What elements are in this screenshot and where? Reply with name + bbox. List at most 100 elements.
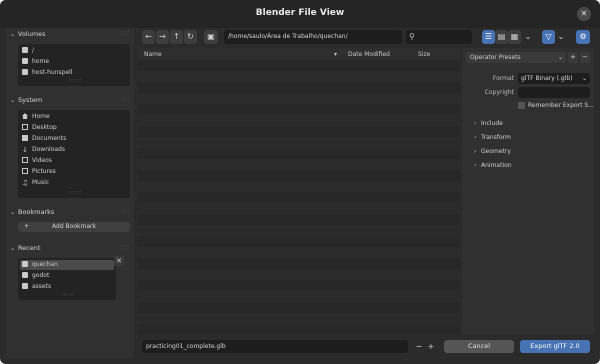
document-icon <box>22 135 28 141</box>
decrement-filename-button[interactable]: − <box>414 340 424 353</box>
recent-header[interactable]: ⌄ Recent ∷∷ <box>10 244 134 256</box>
chevron-right-icon: › <box>474 148 477 155</box>
add-bookmark-button[interactable]: + Add Bookmark <box>18 222 130 232</box>
volume-label: host-hunspell <box>32 69 73 76</box>
column-date-modified[interactable]: Date Modified <box>348 51 390 58</box>
sort-descending-icon[interactable]: ▾ <box>334 51 337 58</box>
column-name[interactable]: Name <box>144 51 162 58</box>
arrow-left-icon: ← <box>145 32 152 41</box>
copyright-field[interactable] <box>518 87 590 98</box>
recent-item-godot[interactable]: godot <box>22 272 49 282</box>
drag-handle-icon[interactable]: ∷∷ <box>120 208 130 215</box>
recent-item-quechan[interactable]: quechan <box>22 261 58 271</box>
refresh-button[interactable]: ↻ <box>184 30 197 44</box>
thumbnails-icon: ▦ <box>510 32 519 41</box>
drag-handle-icon[interactable]: ∷∷ <box>120 96 130 103</box>
system-item-downloads[interactable]: ↓ Downloads <box>22 146 65 156</box>
chevron-right-icon: › <box>474 162 477 169</box>
system-header[interactable]: ⌄ System ∷∷ <box>10 96 134 108</box>
image-icon <box>22 168 28 174</box>
search-field[interactable]: ⚲ <box>406 30 472 44</box>
operator-presets-dropdown[interactable]: Operator Presets ⌄ <box>466 52 566 63</box>
volume-item-home[interactable]: home <box>22 58 49 68</box>
system-panel: ⌄ System ∷∷ Home Desktop Documents ↓ Downlo… <box>10 96 134 200</box>
system-list: Home Desktop Documents ↓ Downloads Videos… <box>18 110 130 198</box>
recent-list: quechan godot assets ∷∷∷ <box>18 258 116 300</box>
file-list[interactable]: Name ▾ Date Modified Size <box>138 48 460 334</box>
system-label: Pictures <box>32 168 56 175</box>
system-label: Downloads <box>32 146 65 153</box>
section-geometry[interactable]: › Geometry <box>474 148 511 155</box>
system-item-pictures[interactable]: Pictures <box>22 168 56 178</box>
column-size[interactable]: Size <box>418 51 430 58</box>
directory-path-field[interactable]: /home/saulo/Área de Trabalho/quechan/ <box>224 30 402 44</box>
plus-icon: + <box>24 223 30 230</box>
music-icon: ♫ <box>22 179 29 187</box>
folder-icon <box>22 283 28 289</box>
resize-grip-icon[interactable]: ∷∷∷ <box>69 78 82 84</box>
system-item-desktop[interactable]: Desktop <box>22 124 57 134</box>
recent-item-assets[interactable]: assets <box>22 283 51 293</box>
system-item-music[interactable]: ♫ Music <box>22 179 49 189</box>
chevron-down-icon: ⌄ <box>10 96 16 104</box>
system-item-documents[interactable]: Documents <box>22 135 66 145</box>
filter-settings-dropdown[interactable]: ⌄ <box>556 30 566 44</box>
plus-icon: + <box>570 53 576 61</box>
add-preset-button[interactable]: + <box>568 52 578 63</box>
view-horizontal-list-button[interactable]: ▤ <box>495 30 508 44</box>
drive-icon <box>22 47 28 53</box>
bookmarks-header[interactable]: ⌄ Bookmarks ∷∷ <box>10 208 134 220</box>
arrow-right-icon: → <box>159 32 166 41</box>
close-button[interactable]: ✕ <box>577 7 591 21</box>
volumes-header[interactable]: ⌄ Volumes ∷∷ <box>10 30 134 42</box>
filter-icon: ▽ <box>545 32 552 41</box>
sidebar: ⌄ Volumes ∷∷ / home host-hunspell ∷∷∷ ⌄ Sys… <box>6 28 134 358</box>
gear-icon: ⚙ <box>579 32 587 41</box>
recent-label: assets <box>32 283 52 290</box>
file-rows <box>138 60 460 334</box>
filename-field[interactable]: practicing01_complete.glb <box>142 340 408 353</box>
filter-toggle-button[interactable]: ▽ <box>542 30 555 44</box>
resize-grip-icon[interactable]: ∷∷∷ <box>62 292 75 298</box>
export-button[interactable]: Export glTF 2.0 <box>520 340 590 353</box>
options-toggle-button[interactable]: ⚙ <box>576 30 590 44</box>
display-settings-dropdown[interactable]: ⌄ <box>523 30 533 44</box>
home-icon <box>22 113 28 119</box>
increment-filename-button[interactable]: + <box>426 340 436 353</box>
volume-item-host-hunspell[interactable]: host-hunspell <box>22 69 73 79</box>
volumes-panel: ⌄ Volumes ∷∷ / home host-hunspell ∷∷∷ <box>10 30 134 92</box>
system-item-home[interactable]: Home <box>22 113 50 123</box>
system-label: Documents <box>32 135 67 142</box>
section-transform[interactable]: › Transform <box>474 134 511 141</box>
volume-label: home <box>32 58 50 65</box>
new-directory-button[interactable]: ▣ <box>204 30 218 44</box>
system-item-videos[interactable]: Videos <box>22 157 52 167</box>
operator-presets-label: Operator Presets <box>470 54 521 61</box>
section-animation[interactable]: › Animation <box>474 162 512 169</box>
view-vertical-list-button[interactable]: ☰ <box>482 30 495 44</box>
volumes-list: / home host-hunspell ∷∷∷ <box>18 44 130 86</box>
parent-directory-button[interactable]: ↑ <box>170 30 183 44</box>
bookmarks-title: Bookmarks <box>18 208 55 216</box>
recent-title: Recent <box>18 244 41 252</box>
drag-handle-icon[interactable]: ∷∷ <box>120 30 130 37</box>
view-thumbnails-button[interactable]: ▦ <box>508 30 521 44</box>
chevron-down-icon: ⌄ <box>581 75 587 82</box>
cancel-button[interactable]: Cancel <box>444 340 514 353</box>
remember-settings-checkbox[interactable] <box>518 102 525 109</box>
clear-recent-button[interactable]: ✕ <box>114 256 124 266</box>
section-label: Geometry <box>481 148 511 155</box>
format-dropdown[interactable]: glTF Binary (.glb) ⌄ <box>518 73 590 84</box>
arrow-up-icon: ↑ <box>173 32 180 41</box>
remember-settings-label: Remember Export S... <box>528 102 594 109</box>
folder-icon <box>22 261 28 267</box>
section-include[interactable]: › Include <box>474 120 503 127</box>
resize-grip-icon[interactable]: ∷∷∷ <box>69 190 82 196</box>
back-button[interactable]: ← <box>142 30 155 44</box>
chevron-down-icon: ⌄ <box>557 54 563 61</box>
remove-preset-button[interactable]: − <box>580 52 590 63</box>
forward-button[interactable]: → <box>156 30 169 44</box>
system-label: Desktop <box>32 124 57 131</box>
volume-item-root[interactable]: / <box>22 47 34 57</box>
drag-handle-icon[interactable]: ∷∷ <box>120 244 130 251</box>
